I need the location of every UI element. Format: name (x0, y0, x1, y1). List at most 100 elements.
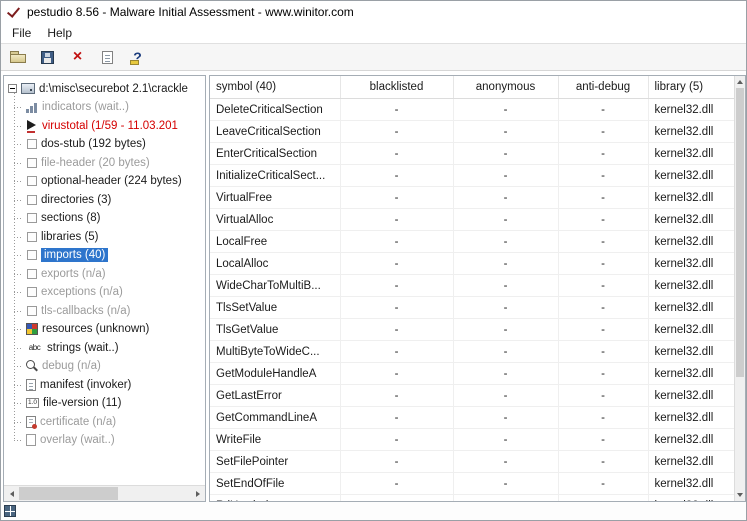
scroll-up-button[interactable] (735, 76, 745, 88)
open-file-button[interactable] (4, 45, 31, 69)
table-cell: LocalAlloc (210, 253, 340, 275)
table-row[interactable]: LeaveCriticalSection---kernel32.dll (210, 121, 734, 143)
table-row[interactable]: RtlUnwind---kernel32.dll (210, 495, 734, 502)
table-row[interactable]: GetLastError---kernel32.dll (210, 385, 734, 407)
column-header-library[interactable]: library (5) (648, 76, 734, 99)
table-cell: - (558, 495, 648, 502)
table-cell: kernel32.dll (648, 385, 734, 407)
table-cell: - (558, 209, 648, 231)
table-cell: GetModuleHandleA (210, 363, 340, 385)
tree-item-file-header[interactable]: file-header (20 bytes) (14, 154, 205, 173)
tree-item-resources[interactable]: resources (unknown) (14, 320, 205, 339)
table-cell: LocalFree (210, 231, 340, 253)
tree-item-label: virustotal (1/59 - 11.03.201 (42, 120, 178, 132)
table-row[interactable]: MultiByteToWideC...---kernel32.dll (210, 341, 734, 363)
table-cell: - (340, 363, 453, 385)
report-button[interactable] (94, 45, 121, 69)
column-header-anonymous[interactable]: anonymous (453, 76, 558, 99)
tree-item-label: tls-callbacks (n/a) (41, 305, 130, 317)
table-row[interactable]: VirtualFree---kernel32.dll (210, 187, 734, 209)
tree-item-manifest[interactable]: manifest (invoker) (14, 376, 205, 395)
column-header-anti-debug[interactable]: anti-debug (558, 76, 648, 99)
tree-item-dos-stub[interactable]: dos-stub (192 bytes) (14, 135, 205, 154)
table-cell: kernel32.dll (648, 297, 734, 319)
table-cell: DeleteCriticalSection (210, 99, 340, 121)
horizontal-scroll-track[interactable] (19, 486, 190, 501)
table-row[interactable]: EnterCriticalSection---kernel32.dll (210, 143, 734, 165)
save-button[interactable] (34, 45, 61, 69)
tree-item-tls-callbacks[interactable]: tls-callbacks (n/a) (14, 302, 205, 321)
tree-item-label: directories (3) (41, 194, 111, 206)
table-cell: - (558, 297, 648, 319)
table-row[interactable]: TlsGetValue---kernel32.dll (210, 319, 734, 341)
checkbox-icon (27, 232, 37, 242)
tree-item-indicators[interactable]: indicators (wait..) (14, 98, 205, 117)
main-area: d:\misc\securebot 2.1\crackle indicators… (1, 71, 746, 502)
tree-horizontal-scrollbar[interactable] (4, 485, 205, 501)
checkbox-icon (27, 269, 37, 279)
tree-item-label: libraries (5) (41, 231, 99, 243)
table-row[interactable]: SetEndOfFile---kernel32.dll (210, 473, 734, 495)
horizontal-scroll-thumb[interactable] (19, 487, 118, 500)
checkbox-icon (27, 306, 37, 316)
down-arrow-icon (737, 493, 743, 497)
column-header-blacklisted[interactable]: blacklisted (340, 76, 453, 99)
table-cell: - (453, 275, 558, 297)
red-x-icon: × (73, 50, 82, 64)
table-row[interactable]: WideCharToMultiB...---kernel32.dll (210, 275, 734, 297)
tree-item-virustotal[interactable]: virustotal (1/59 - 11.03.201 (14, 117, 205, 136)
table-row[interactable]: GetCommandLineA---kernel32.dll (210, 407, 734, 429)
tree-item-directories[interactable]: directories (3) (14, 191, 205, 210)
table-row[interactable]: LocalFree---kernel32.dll (210, 231, 734, 253)
tree-item-sections[interactable]: sections (8) (14, 209, 205, 228)
table-row[interactable]: GetModuleHandleA---kernel32.dll (210, 363, 734, 385)
tree-item-label: resources (unknown) (42, 323, 149, 335)
tree-item-exports[interactable]: exports (n/a) (14, 265, 205, 284)
tree-item-label: certificate (n/a) (40, 416, 116, 428)
help-button[interactable]: ? (124, 45, 151, 69)
tree-item-label: exports (n/a) (41, 268, 106, 280)
table-row[interactable]: DeleteCriticalSection---kernel32.dll (210, 99, 734, 121)
scroll-left-button[interactable] (4, 486, 19, 501)
close-file-button[interactable]: × (64, 45, 91, 69)
table-cell: VirtualAlloc (210, 209, 340, 231)
table-vertical-scrollbar[interactable] (734, 76, 745, 501)
collapse-minus-icon[interactable] (8, 84, 17, 93)
table-row[interactable]: LocalAlloc---kernel32.dll (210, 253, 734, 275)
table-row[interactable]: InitializeCriticalSect...---kernel32.dll (210, 165, 734, 187)
table-cell: - (340, 495, 453, 502)
tree-item-label: dos-stub (192 bytes) (41, 138, 146, 150)
tree-item-libraries[interactable]: libraries (5) (14, 228, 205, 247)
toolbar: × ? (1, 43, 746, 71)
table-cell: - (558, 121, 648, 143)
tree-item-strings[interactable]: strings (wait..) (14, 339, 205, 358)
tree-item-exceptions[interactable]: exceptions (n/a) (14, 283, 205, 302)
table-cell: - (453, 429, 558, 451)
table-row[interactable]: SetFilePointer---kernel32.dll (210, 451, 734, 473)
table-row[interactable]: VirtualAlloc---kernel32.dll (210, 209, 734, 231)
table-body: DeleteCriticalSection---kernel32.dllLeav… (210, 99, 734, 502)
tree-item-imports[interactable]: imports (40) (14, 246, 205, 265)
scroll-down-button[interactable] (735, 489, 745, 501)
vertical-scroll-track[interactable] (735, 88, 745, 489)
titlebar: pestudio 8.56 - Malware Initial Assessme… (1, 1, 746, 23)
tree-root-node[interactable]: d:\misc\securebot 2.1\crackle (6, 79, 205, 98)
tree-item-file-version[interactable]: file-version (11) (14, 394, 205, 413)
column-header-symbol[interactable]: symbol (40) (210, 76, 340, 99)
resources-icon (26, 323, 38, 335)
menu-file[interactable]: File (4, 24, 39, 42)
vertical-scroll-thumb[interactable] (736, 88, 744, 377)
scroll-right-button[interactable] (190, 486, 205, 501)
tree-item-certificate[interactable]: certificate (n/a) (14, 413, 205, 432)
menu-help[interactable]: Help (39, 24, 80, 42)
save-icon (41, 51, 54, 64)
table-cell: - (340, 99, 453, 121)
table-row[interactable]: WriteFile---kernel32.dll (210, 429, 734, 451)
app-icon (6, 5, 21, 20)
checkbox-icon (27, 287, 37, 297)
tree-item-overlay[interactable]: overlay (wait..) (14, 431, 205, 450)
table-cell: - (340, 143, 453, 165)
table-row[interactable]: TlsSetValue---kernel32.dll (210, 297, 734, 319)
tree-item-debug[interactable]: debug (n/a) (14, 357, 205, 376)
tree-item-optional-header[interactable]: optional-header (224 bytes) (14, 172, 205, 191)
